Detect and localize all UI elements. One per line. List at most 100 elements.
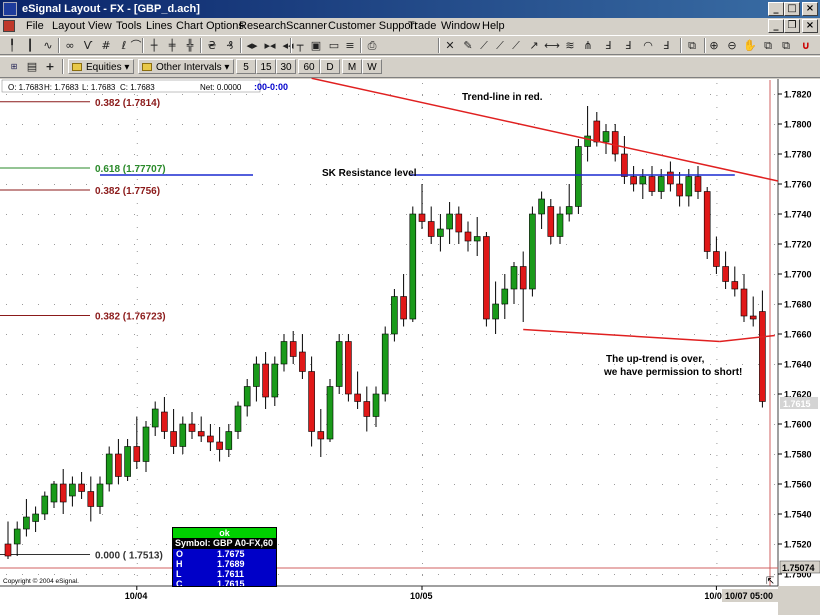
compress-icon[interactable]: ▸◂ [262,38,278,53]
menu-trade[interactable]: Trade [408,20,436,32]
grid-dot [406,184,407,185]
reset-icon[interactable]: ≡ [342,38,358,53]
grid-dot [566,154,567,155]
grid-dot [246,124,247,125]
add-icon[interactable]: + [42,59,58,74]
menu-window[interactable]: Window [441,20,480,32]
menu-view[interactable]: View [88,20,112,32]
grid-dot [326,334,327,335]
interval-60-button[interactable]: 60 [298,59,320,74]
equities-dropdown[interactable]: Equities ▾ [68,59,134,74]
grid-dot [582,394,583,395]
menu-help[interactable]: Help [482,20,505,32]
menu-customer-support[interactable]: Customer Support [328,20,417,32]
grid-dot [710,334,711,335]
zoom-in-icon[interactable]: ⊕ [706,38,722,53]
cursor-icon[interactable]: ╿ [4,38,20,53]
bar-style-icon[interactable]: ┃ [22,38,38,53]
grid-dot [136,503,138,504]
y-tick-label: 1.7600 [784,420,812,430]
line-style-icon[interactable]: ∿ [40,38,56,53]
fib-retracement-icon[interactable]: Ⅎ [600,38,616,53]
page-settings-icon[interactable]: ▤ [24,59,40,74]
grid-dot [550,394,551,395]
grid-dot [662,304,663,305]
grid-dot [390,304,391,305]
link-icon[interactable]: ⊞ [6,59,22,74]
data-window[interactable]: ok Symbol: GBP A0-FX,60 O 1.7675 H 1.7689 … [172,527,277,587]
gann-tool-icon[interactable]: ╬ [182,38,198,53]
menu-chart-options[interactable]: Chart Options [176,20,244,32]
interval-30-button[interactable]: 30 [276,59,296,74]
grid-dot [294,94,295,95]
fib-tool-icon[interactable]: ╪ [164,38,180,53]
child-restore-icon[interactable]: ❐ [784,19,800,33]
grid-dot [710,544,711,545]
copy-icon[interactable]: ⧉ [684,38,700,53]
grid-dot [774,574,775,575]
crosshair-icon[interactable]: ┼ [146,38,162,53]
time-axis[interactable] [0,586,778,615]
delete-lines-icon[interactable]: ✕ [442,38,458,53]
grid-dot [54,574,55,575]
horizontal-line-icon[interactable]: ⟷ [544,38,560,53]
grid-dot [54,274,55,275]
interval-daily-button[interactable]: D [320,59,340,74]
box-tool-icon[interactable]: ▭ [326,38,342,53]
menu-layout[interactable]: Layout [52,20,85,32]
grid-dot [716,395,718,396]
candle-up [253,363,260,387]
cycle-icon[interactable]: ∞ [62,38,78,53]
grid-dot [294,454,295,455]
grid-dot [22,364,23,365]
arrow-line-icon[interactable]: ↗ [526,38,542,53]
price-chart[interactable]: 0.382 (1.7814) 0.618 (1.77707) 0.382 (1.77… [0,78,820,615]
child-close-icon[interactable]: × [802,19,818,33]
grid-dot [726,154,727,155]
pen-icon[interactable]: ✎ [460,38,476,53]
other-intervals-dropdown[interactable]: Other Intervals ▾ [138,59,234,74]
menu-research[interactable]: Research [239,20,286,32]
trendline-icon[interactable]: ⟋ [476,38,492,53]
grid-dot [326,484,327,485]
magnify-icon[interactable]: ⊖ [724,38,740,53]
grid-dot [662,514,663,515]
interval-weekly-button[interactable]: W [362,59,382,74]
ray-icon[interactable]: ⟋ [492,38,508,53]
arc-fib-icon[interactable]: ◠ [640,38,656,53]
send-back-icon[interactable]: ⧉ [778,38,794,53]
print-icon[interactable]: ⎙ [364,38,380,53]
grid-dot [438,424,439,425]
pitchfork-icon[interactable]: ⋔ [580,38,596,53]
fib-extension-icon[interactable]: Ⅎ [620,38,636,53]
grid-icon[interactable]: # [98,38,114,53]
fork-icon[interactable]: Ѵ [80,38,96,53]
maximize-icon[interactable]: □ [784,2,800,16]
menu-lines[interactable]: Lines [146,20,172,32]
interval-15-button[interactable]: 15 [256,59,276,74]
interval-5-button[interactable]: 5 [236,59,256,74]
hand-tool-icon[interactable]: ₴ [204,38,220,53]
menu-tools[interactable]: Tools [116,20,142,32]
menu-file[interactable]: File [26,20,44,32]
magnet-icon[interactable]: ∪ [798,38,814,53]
channel-icon[interactable]: ≋ [562,38,578,53]
minimize-icon[interactable]: _ [768,2,784,16]
candle-down [317,431,325,440]
fib-time-icon[interactable]: Ⅎ [658,38,674,53]
grid-dot [150,574,151,575]
grab-icon[interactable]: ✋ [742,38,758,53]
bring-front-icon[interactable]: ⧉ [760,38,776,53]
grid-dot [582,334,583,335]
interval-monthly-button[interactable]: M [342,59,362,74]
pencil-tool-icon[interactable]: ₰ [222,38,238,53]
scroll-left-icon[interactable]: ◂▸ [244,38,260,53]
child-minimize-icon[interactable]: _ [768,19,784,33]
grid-dot [102,514,103,515]
line-tool-icon[interactable]: ┬ [292,38,308,53]
extended-line-icon[interactable]: ⟋ [508,38,524,53]
close-icon[interactable]: × [802,2,818,16]
grid-dot [438,544,439,545]
menu-scanner[interactable]: Scanner [286,20,327,32]
color-tool-icon[interactable]: ▣ [308,38,324,53]
